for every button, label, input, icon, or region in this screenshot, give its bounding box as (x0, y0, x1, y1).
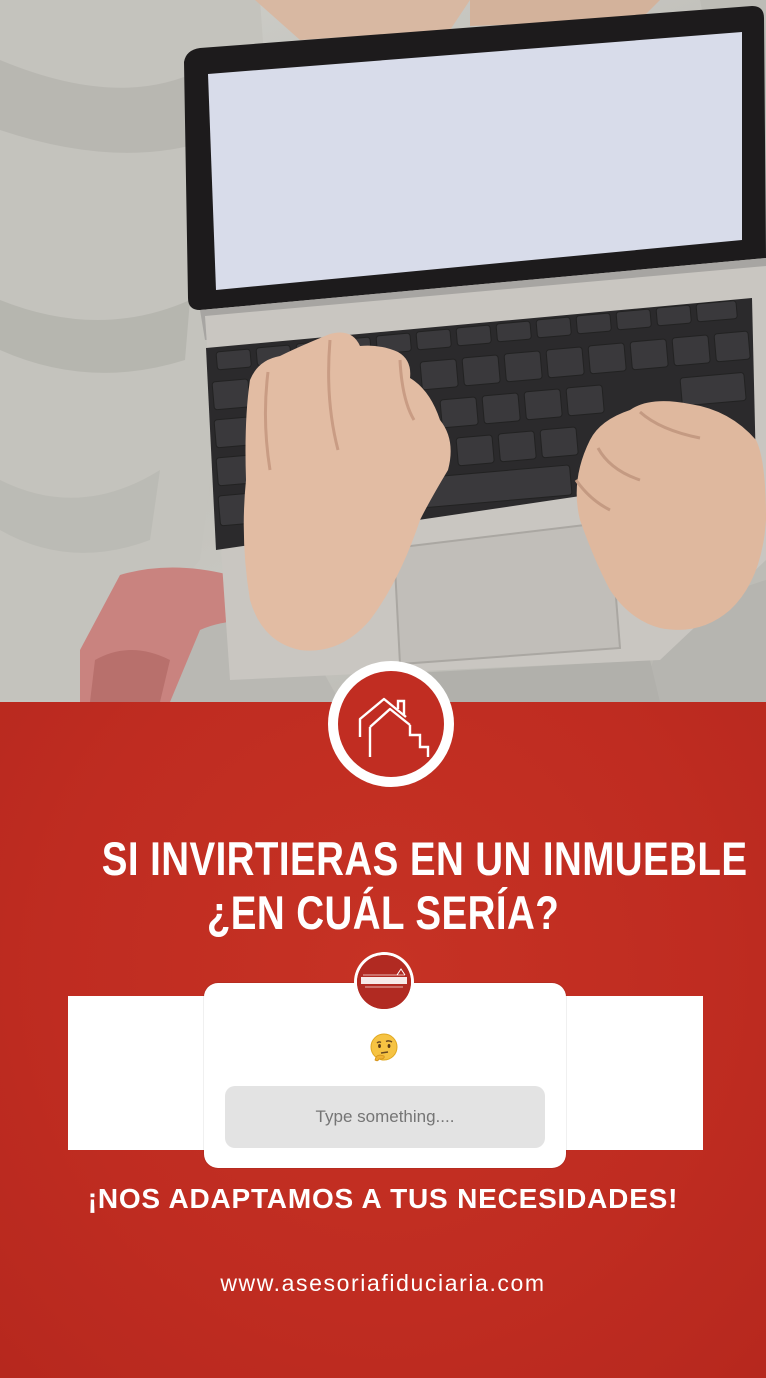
laptop-photo-illustration (0, 0, 766, 702)
tagline: ¡NOS ADAPTAMOS A TUS NECESIDADES! (87, 1183, 679, 1214)
question-answer-input[interactable] (225, 1086, 545, 1148)
brand-logo-icon (357, 955, 411, 1009)
laptop-photo (0, 0, 766, 702)
website-url: www.asesoriafiduciaria.com (220, 1270, 546, 1296)
thinking-face-icon (370, 1033, 398, 1062)
house-badge-inner (338, 671, 444, 777)
headline-line-1: SI INVIRTIERAS EN UN INMUEBLE (101, 832, 748, 885)
house-outline-icon (358, 697, 430, 757)
avatar-logo (357, 955, 411, 1009)
headline: SI INVIRTIERAS EN UN INMUEBLE ¿EN CUÁL S… (101, 832, 748, 940)
house-badge (328, 661, 454, 787)
account-avatar (354, 952, 414, 1012)
instagram-story: SI INVIRTIERAS EN UN INMUEBLE ¿EN CUÁL S… (0, 0, 766, 1378)
headline-line-2: ¿EN CUÁL SERÍA? (206, 886, 560, 939)
thinking-face-emoji (366, 1030, 402, 1066)
